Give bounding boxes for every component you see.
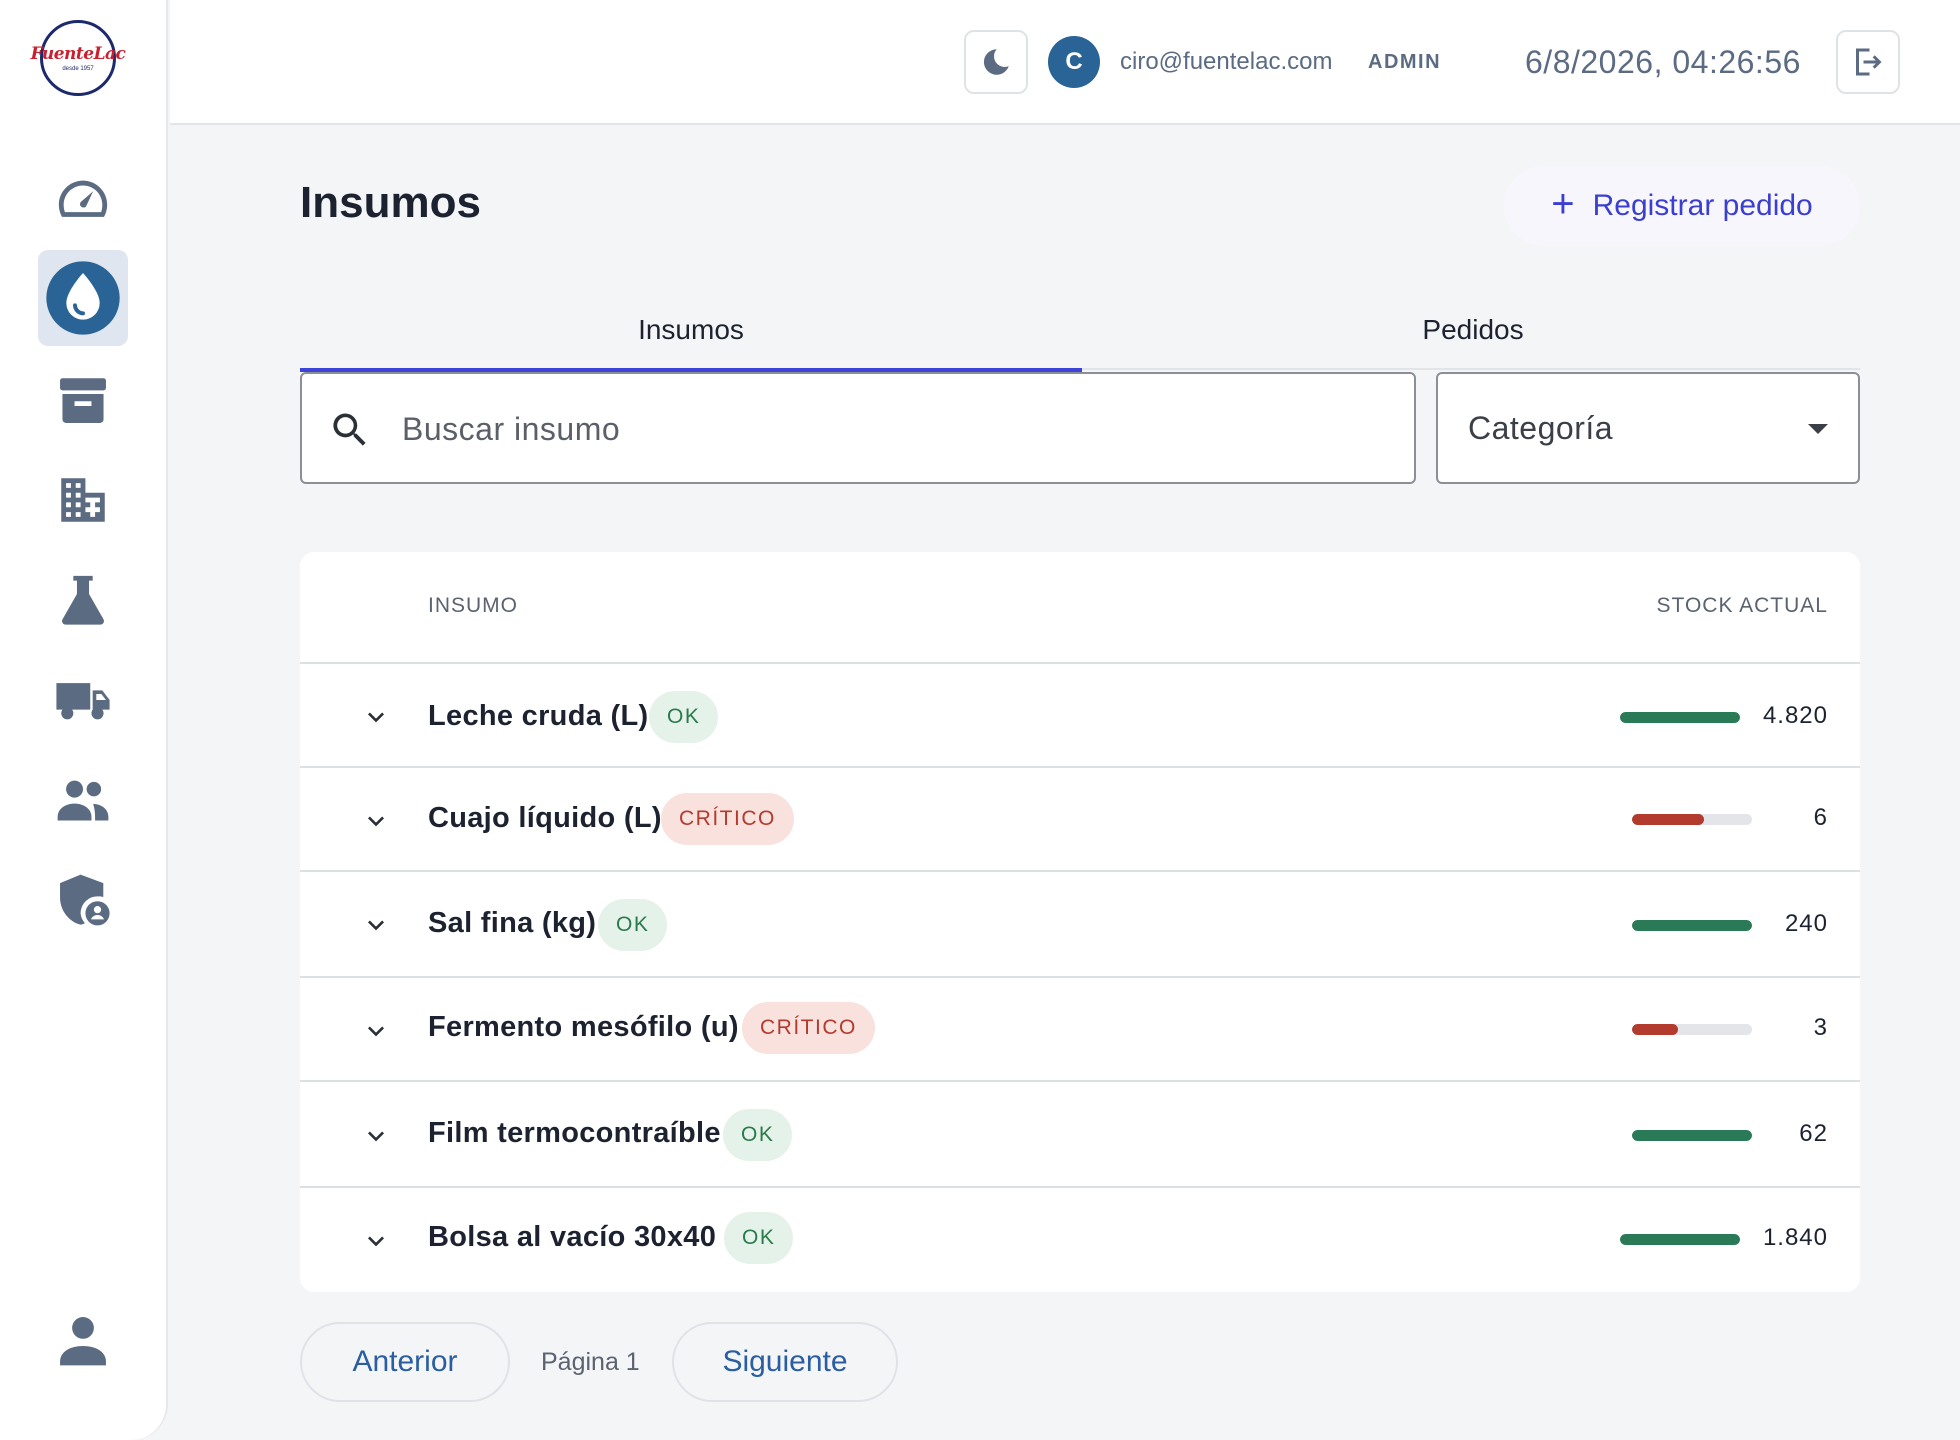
supply-name: Sal fina (kg) [428, 907, 597, 939]
expand-row-button[interactable] [360, 701, 392, 733]
page-indicator: Página 1 [541, 1348, 640, 1376]
stock-level-fill [1632, 920, 1752, 931]
stock-value: 240 [1784, 910, 1828, 937]
status-badge: OK [649, 691, 719, 743]
status-badge: OK [724, 1212, 794, 1264]
caret-down-icon [1808, 424, 1828, 434]
sidebar-item-transporte[interactable] [38, 652, 128, 748]
stock-level-bar [1620, 1234, 1740, 1245]
status-badge: OK [598, 899, 668, 951]
top-header: C ciro@fuentelac.com ADMIN 6/8/2026, 04:… [170, 0, 1960, 125]
building-icon [61, 478, 105, 522]
next-page-button[interactable]: Siguiente [672, 1322, 898, 1402]
category-select-label: Categoría [1468, 410, 1614, 446]
status-badge: CRÍTICO [742, 1002, 875, 1054]
stock-level-bar [1632, 814, 1752, 825]
avatar[interactable]: C [1048, 36, 1100, 88]
expand-row-button[interactable] [360, 909, 392, 941]
tab-pedidos[interactable]: Pedidos [1082, 290, 1864, 370]
chevron-down-icon [368, 712, 384, 723]
expand-row-button[interactable] [360, 1015, 392, 1047]
datetime-display: 6/8/2026, 04:26:56 [1525, 44, 1801, 80]
table-header: INSUMO STOCK ACTUAL [300, 552, 1860, 664]
register-order-button[interactable]: + Registrar pedido [1504, 166, 1860, 246]
person-icon [60, 1317, 106, 1366]
stock-level-fill [1620, 1234, 1740, 1245]
sidebar-item-seguridad[interactable] [38, 852, 128, 948]
chevron-down-icon [368, 1236, 384, 1247]
status-badge: CRÍTICO [661, 793, 794, 845]
stock-level-bar [1632, 1024, 1752, 1035]
water-drop-icon [46, 261, 120, 335]
logo-text: FuenteLac [30, 44, 126, 64]
expand-row-button[interactable] [360, 1225, 392, 1257]
shield-user-icon [60, 874, 110, 926]
truck-icon [56, 683, 110, 720]
previous-page-button[interactable]: Anterior [300, 1322, 510, 1402]
supply-name: Fermento mesófilo (u) [428, 1011, 739, 1043]
stock-value: 62 [1799, 1120, 1828, 1147]
flask-icon [62, 575, 104, 625]
supplies-table: INSUMO STOCK ACTUAL Leche cruda (L) OK 4… [300, 552, 1860, 1292]
user-email: ciro@fuentelac.com [1120, 48, 1333, 75]
expand-row-button[interactable] [360, 1120, 392, 1152]
supply-name: Leche cruda (L) [428, 700, 649, 732]
sidebar-item-usuarios[interactable] [38, 752, 128, 848]
stock-value: 1.840 [1762, 1224, 1828, 1251]
archive-box-icon [60, 378, 106, 423]
user-role: ADMIN [1368, 51, 1442, 73]
table-row[interactable]: Leche cruda (L) OK 4.820 [300, 666, 1860, 768]
expand-row-button[interactable] [360, 805, 392, 837]
search-field[interactable] [300, 372, 1416, 484]
search-input[interactable] [402, 394, 1382, 464]
column-header-insumo[interactable]: INSUMO [428, 594, 518, 618]
tab-insumos[interactable]: Insumos [300, 290, 1082, 372]
stock-level-bar [1620, 712, 1740, 723]
moon-icon [983, 49, 1009, 75]
chevron-down-icon [368, 816, 384, 827]
sidebar-item-archivo[interactable] [38, 352, 128, 448]
sidebar-item-dashboard[interactable] [38, 152, 128, 248]
people-icon [57, 780, 109, 821]
sidebar: FuenteLac desde 1957 [0, 0, 168, 1440]
brand-logo[interactable]: FuenteLac desde 1957 [31, 20, 126, 96]
tab-bar: Insumos Pedidos [300, 290, 1860, 372]
theme-toggle-button[interactable] [964, 30, 1028, 94]
supply-name: Film termocontraíble [428, 1117, 721, 1149]
table-row[interactable]: Film termocontraíble OK 62 [300, 1082, 1860, 1188]
chevron-down-icon [368, 1131, 384, 1142]
stock-level-fill [1632, 1024, 1678, 1035]
stock-level-fill [1632, 814, 1704, 825]
search-icon [333, 413, 366, 446]
stock-value: 4.820 [1762, 702, 1828, 729]
table-row[interactable]: Cuajo líquido (L) CRÍTICO 6 [300, 768, 1860, 872]
sidebar-item-empresas[interactable] [38, 452, 128, 548]
profile-menu[interactable] [38, 1292, 128, 1388]
logout-button[interactable] [1836, 30, 1900, 94]
table-row[interactable]: Fermento mesófilo (u) CRÍTICO 3 [300, 978, 1860, 1082]
stock-level-bar [1632, 1130, 1752, 1141]
chevron-down-icon [368, 1026, 384, 1037]
logout-icon [1856, 48, 1882, 76]
logo-sub: desde 1957 [62, 66, 94, 72]
status-badge: OK [723, 1109, 793, 1161]
page-title: Insumos [300, 178, 481, 227]
stock-level-bar [1632, 920, 1752, 931]
stock-value: 3 [1813, 1014, 1828, 1041]
stock-level-fill [1620, 712, 1740, 723]
plus-icon: + [1551, 182, 1575, 226]
stock-value: 6 [1813, 804, 1828, 831]
table-row[interactable]: Bolsa al vacío 30x40 OK 1.840 [300, 1188, 1860, 1292]
category-select[interactable]: Categoría [1436, 372, 1860, 484]
speedometer-icon [58, 180, 108, 217]
stock-level-fill [1632, 1130, 1752, 1141]
sidebar-item-laboratorio[interactable] [38, 552, 128, 648]
table-row[interactable]: Sal fina (kg) OK 240 [300, 872, 1860, 978]
chevron-down-icon [368, 920, 384, 931]
column-header-stock[interactable]: STOCK ACTUAL [1657, 594, 1829, 618]
supply-name: Bolsa al vacío 30x40 [428, 1221, 717, 1253]
supply-name: Cuajo líquido (L) [428, 802, 662, 834]
register-order-label: Registrar pedido [1592, 189, 1813, 222]
sidebar-item-insumos[interactable] [38, 250, 128, 346]
